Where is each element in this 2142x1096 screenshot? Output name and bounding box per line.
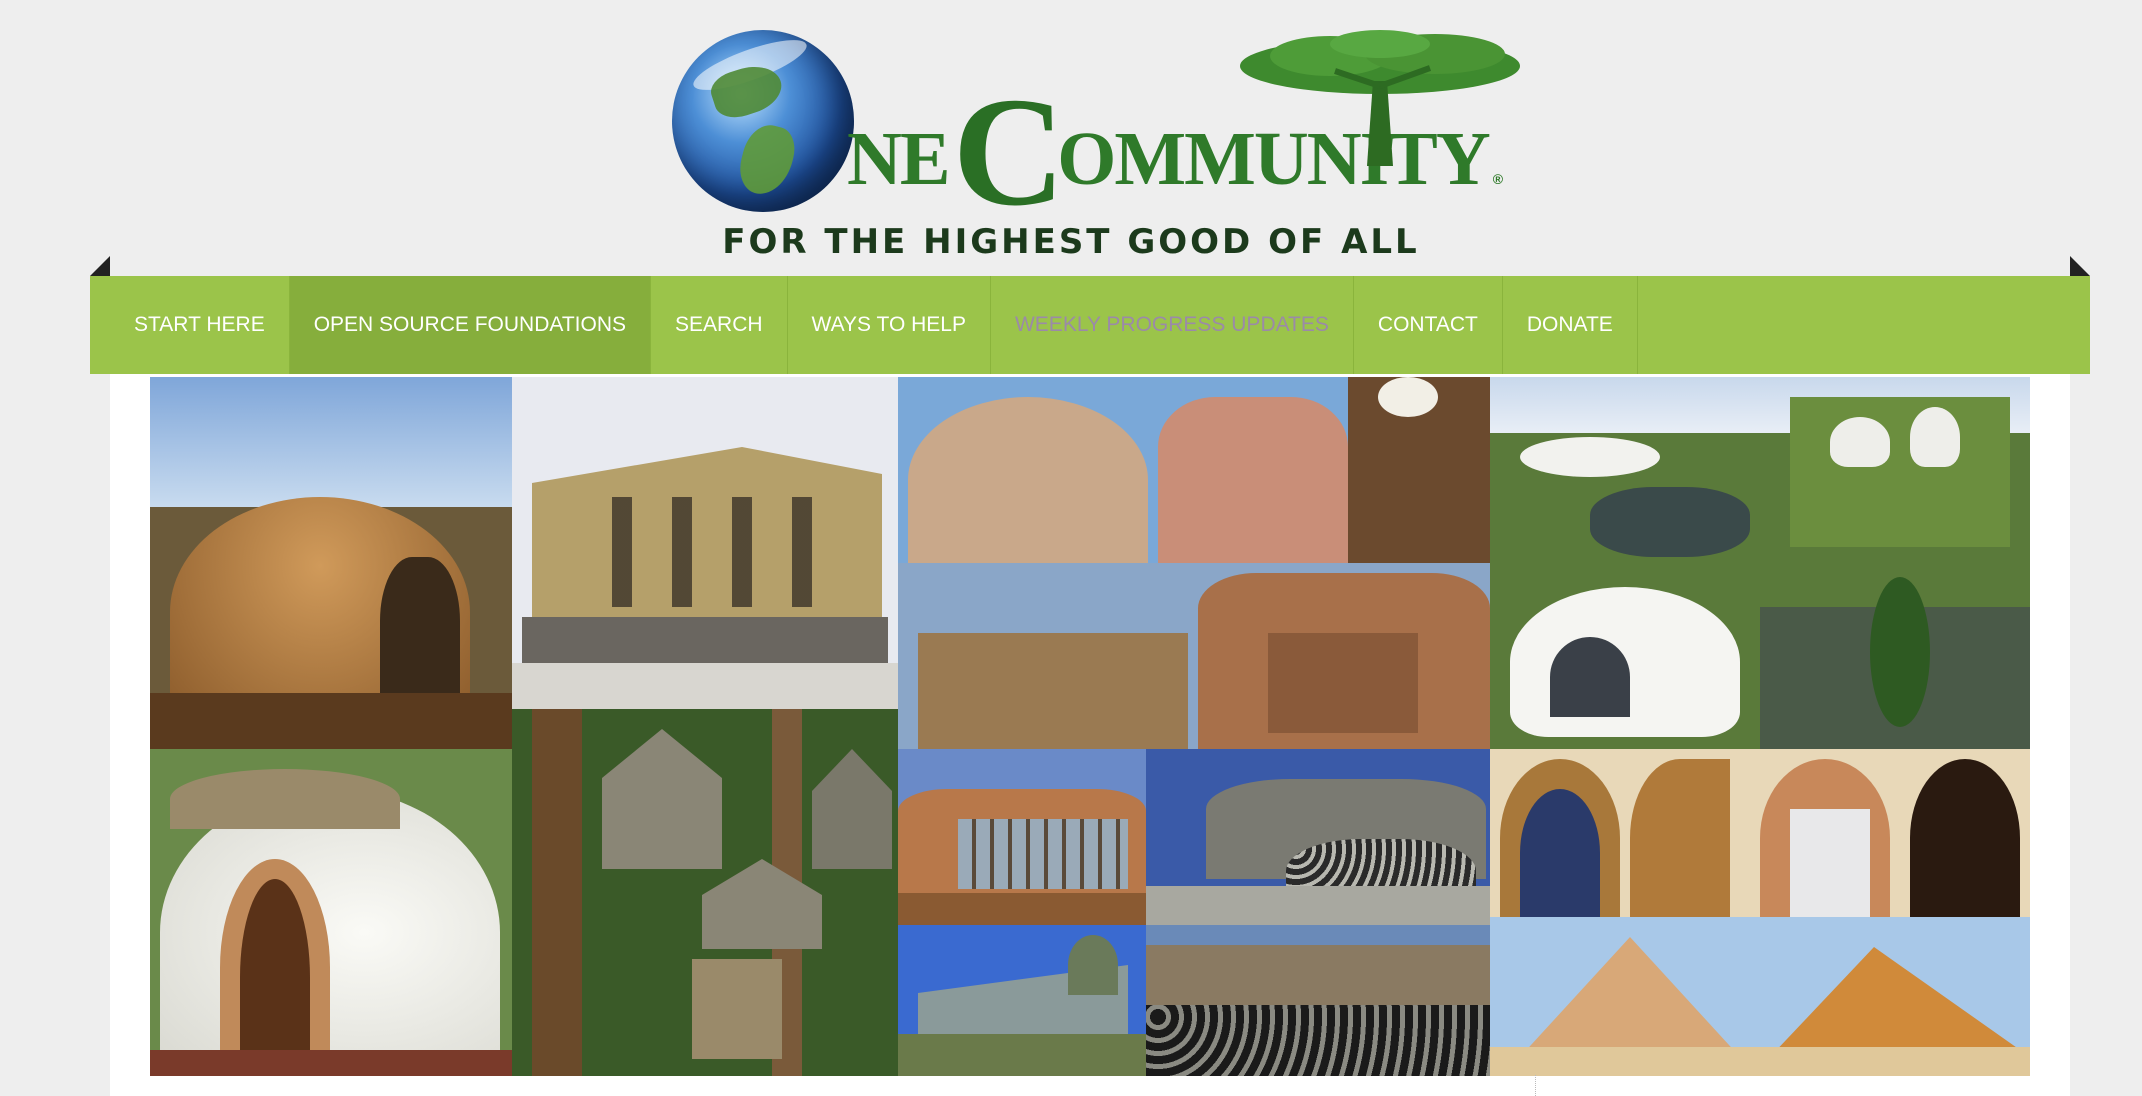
photo-adobe-construction	[898, 563, 1490, 749]
photo-tire-rows	[1146, 925, 1490, 1076]
nav-item-open-source-foundations[interactable]: OPEN SOURCE FOUNDATIONS	[289, 276, 652, 374]
nav-item-donate[interactable]: DONATE	[1503, 276, 1638, 374]
content-divider	[1535, 1075, 1536, 1096]
nav-item-contact[interactable]: CONTACT	[1354, 276, 1503, 374]
ribbon-corner-left	[90, 256, 110, 276]
main-nav: START HERE OPEN SOURCE FOUNDATIONS SEARC…	[90, 276, 2090, 374]
photo-treehouse-village	[512, 709, 898, 1076]
ribbon-corner-right	[2070, 256, 2090, 276]
globe-icon	[672, 30, 854, 212]
photo-dome-frames	[1490, 749, 2030, 917]
site-tagline: FOR THE HIGHEST GOOD OF ALL	[722, 222, 1420, 262]
photo-earthship-solar	[898, 925, 1146, 1076]
building-photo-collage	[150, 377, 2030, 1076]
site-logo[interactable]: NECOMMUNITY ®	[672, 26, 1522, 230]
photo-cob-cottage-dome	[150, 749, 512, 1076]
photo-straw-bale-building	[512, 377, 898, 709]
logo-word-part1: NE	[847, 117, 951, 201]
photo-earth-shelters-pond	[1490, 377, 2030, 749]
nav-item-weekly-progress-updates[interactable]: WEEKLY PROGRESS UPDATES	[991, 276, 1354, 374]
nav-item-search[interactable]: SEARCH	[651, 276, 788, 374]
tree-icon	[1240, 30, 1520, 166]
page: NECOMMUNITY ® FOR THE HIGHEST GOOD OF ALL…	[0, 0, 2142, 1096]
nav-item-ways-to-help[interactable]: WAYS TO HELP	[788, 276, 991, 374]
photo-pyramids	[1490, 917, 2030, 1076]
photo-earthbag-dome	[150, 377, 512, 749]
nav-item-start-here[interactable]: START HERE	[90, 276, 290, 374]
photo-tire-wall-earthship	[1146, 749, 1490, 925]
photo-cob-houses	[898, 377, 1490, 563]
photo-earthship-greenhouse	[898, 749, 1146, 925]
logo-big-c: C	[952, 65, 1066, 238]
